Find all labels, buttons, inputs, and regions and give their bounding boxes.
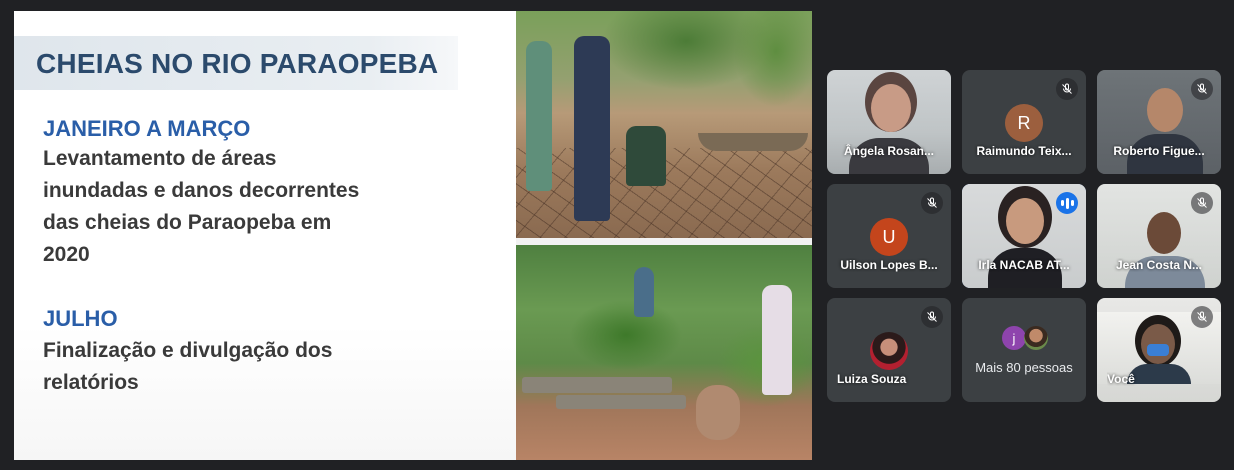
face-mask bbox=[1147, 344, 1169, 356]
avatar: R bbox=[1005, 104, 1043, 142]
concrete-trough bbox=[522, 377, 672, 393]
participant-tile[interactable]: Roberto Figue... bbox=[1097, 70, 1221, 174]
mic-off-icon bbox=[921, 192, 943, 214]
section1-body: Levantamento de áreas inundadas e danos … bbox=[43, 147, 360, 266]
section1-heading: JANEIRO A MARÇO bbox=[43, 116, 251, 141]
mic-off-icon bbox=[1191, 192, 1213, 214]
field-photo-vegetation bbox=[516, 245, 812, 460]
participant-tile-active-speaker[interactable]: Irla NACAB AT... bbox=[962, 184, 1086, 288]
avatar bbox=[870, 332, 908, 370]
participant-face bbox=[871, 84, 911, 132]
mic-off-icon bbox=[1191, 306, 1213, 328]
participant-tile[interactable]: U Uilson Lopes B... bbox=[827, 184, 951, 288]
participant-name: Você bbox=[1107, 372, 1135, 386]
person-figure bbox=[574, 36, 610, 221]
more-participants-tile[interactable]: j Mais 80 pessoas bbox=[962, 298, 1086, 402]
avatar bbox=[1024, 326, 1048, 350]
more-participants-label: Mais 80 pessoas bbox=[975, 360, 1073, 375]
field-photo-dry-riverbed bbox=[516, 11, 812, 238]
concrete-trough bbox=[556, 395, 686, 409]
photo-divider bbox=[516, 238, 812, 245]
slide-text-panel: CHEIAS NO RIO PARAOPEBA JANEIRO A MARÇO … bbox=[14, 11, 516, 460]
person-figure bbox=[762, 285, 792, 395]
pipe bbox=[696, 385, 740, 440]
slide-title: CHEIAS NO RIO PARAOPEBA bbox=[36, 48, 439, 79]
participant-name: Raimundo Teix... bbox=[976, 144, 1072, 158]
participant-face bbox=[1006, 198, 1044, 244]
participant-video bbox=[827, 70, 951, 174]
participant-tile[interactable]: R Raimundo Teix... bbox=[962, 70, 1086, 174]
audio-level-icon bbox=[1056, 192, 1078, 214]
participant-name: Uilson Lopes B... bbox=[840, 258, 938, 272]
participant-tile[interactable]: Ângela Rosan... bbox=[827, 70, 951, 174]
section2-body: Finalização e divulgação dos relatórios bbox=[43, 339, 333, 394]
boat-shape bbox=[698, 133, 808, 151]
participant-name: Ângela Rosan... bbox=[843, 144, 935, 158]
participant-face bbox=[1147, 212, 1181, 254]
participant-name: Luiza Souza bbox=[837, 372, 907, 386]
section2-heading: JULHO bbox=[43, 306, 118, 331]
person-figure bbox=[526, 41, 552, 191]
person-figure bbox=[634, 267, 654, 317]
mic-off-icon bbox=[921, 306, 943, 328]
participant-name: Jean Costa N... bbox=[1115, 258, 1203, 272]
presentation-slide: CHEIAS NO RIO PARAOPEBA JANEIRO A MARÇO … bbox=[14, 11, 812, 460]
participant-name: Irla NACAB AT... bbox=[978, 258, 1070, 272]
participant-face bbox=[1147, 88, 1183, 132]
participant-name: Roberto Figue... bbox=[1113, 144, 1205, 158]
participant-tile-self[interactable]: Você bbox=[1097, 298, 1221, 402]
participant-tile[interactable]: Luiza Souza bbox=[827, 298, 951, 402]
participant-tile[interactable]: Jean Costa N... bbox=[1097, 184, 1221, 288]
mic-off-icon bbox=[1056, 78, 1078, 100]
person-figure bbox=[626, 126, 666, 186]
avatar: j bbox=[1002, 326, 1026, 350]
more-avatars: j bbox=[1002, 326, 1050, 352]
mic-off-icon bbox=[1191, 78, 1213, 100]
avatar: U bbox=[870, 218, 908, 256]
